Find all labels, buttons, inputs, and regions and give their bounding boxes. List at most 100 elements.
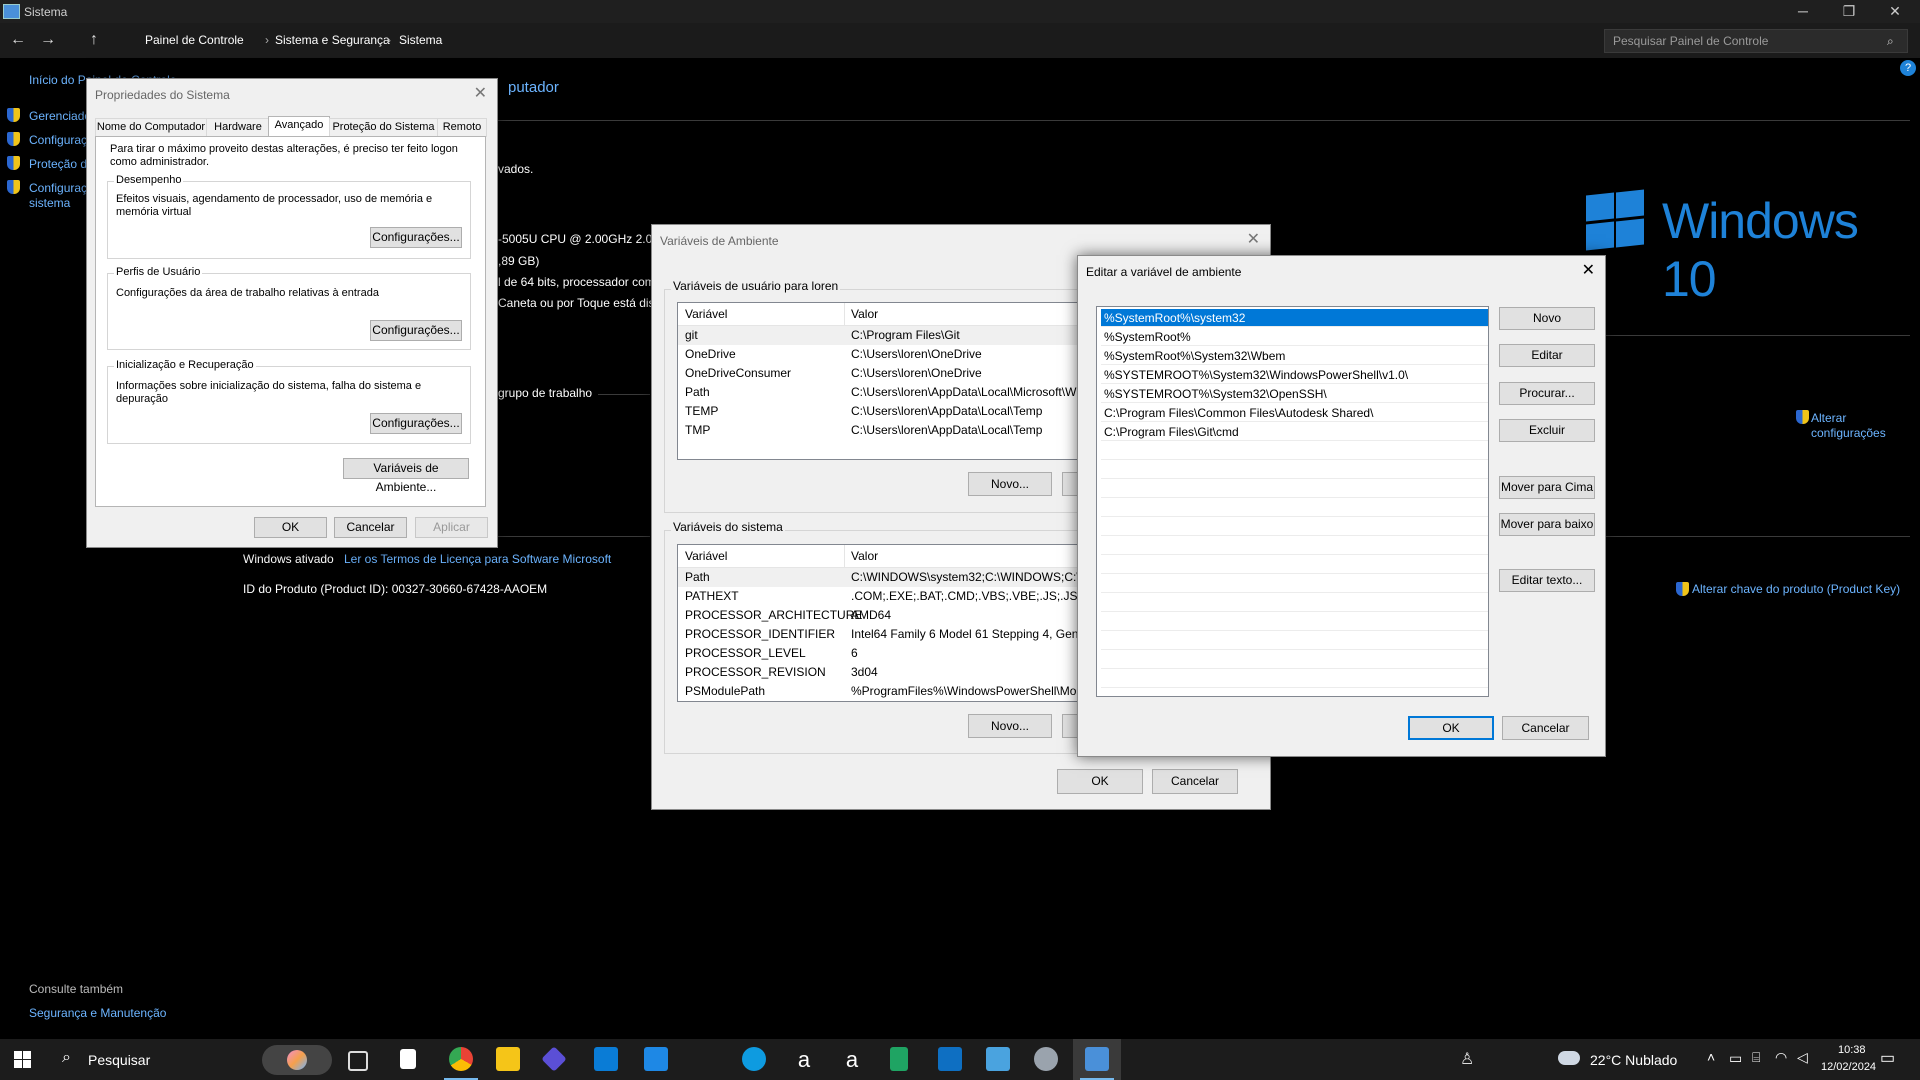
security-maintenance-link[interactable]: Segurança e Manutenção xyxy=(29,1006,166,1020)
envvars-cancel-button[interactable]: Cancelar xyxy=(1152,769,1238,794)
performance-settings-button[interactable]: Configurações... xyxy=(370,227,462,248)
system-vars-list[interactable]: Variável Valor Path C:\WINDOWS\system32;C… xyxy=(677,544,1079,702)
start-button-icon[interactable] xyxy=(14,1051,31,1068)
envvars-ok-button[interactable]: OK xyxy=(1057,769,1143,794)
empty-row[interactable] xyxy=(1101,442,1488,460)
empty-row[interactable] xyxy=(1101,613,1488,631)
empty-row[interactable] xyxy=(1101,651,1488,669)
weather-text[interactable]: 22°C Nublado xyxy=(1590,1052,1677,1068)
environment-variables-button[interactable]: Variáveis de Ambiente... xyxy=(343,458,469,494)
list-item[interactable]: PSModulePath %ProgramFiles%\WindowsPowerS… xyxy=(678,682,1078,701)
change-product-key-link[interactable]: Alterar chave do produto (Product Key) xyxy=(1692,582,1900,596)
empty-row[interactable] xyxy=(1101,670,1488,688)
col-value[interactable]: Valor xyxy=(844,303,878,325)
list-item[interactable]: C:\Program Files\Common Files\Autodesk S… xyxy=(1101,404,1488,422)
forward-icon[interactable]: → xyxy=(38,31,58,49)
empty-row[interactable] xyxy=(1101,537,1488,555)
list-item[interactable]: %SYSTEMROOT%\System32\WindowsPowerShell\… xyxy=(1101,366,1488,384)
empty-row[interactable] xyxy=(1101,632,1488,650)
empty-row[interactable] xyxy=(1101,480,1488,498)
system-edit-button[interactable] xyxy=(1062,714,1078,738)
vscode-icon[interactable] xyxy=(938,1047,962,1071)
col-variable[interactable]: Variável xyxy=(685,303,727,325)
clock-time[interactable]: 10:38 xyxy=(1838,1044,1866,1056)
visual-studio-icon[interactable] xyxy=(541,1046,567,1072)
move-up-button[interactable]: Mover para Cima xyxy=(1499,476,1595,499)
tab-advanced[interactable]: Avançado xyxy=(268,116,330,138)
list-item[interactable]: TMP C:\Users\loren\AppData\Local\Temp xyxy=(678,421,1078,440)
list-item[interactable]: git C:\Program Files\Git xyxy=(678,326,1078,345)
minimize-button[interactable]: ─ xyxy=(1780,0,1826,23)
change-settings-link[interactable]: Alterar xyxy=(1811,411,1846,425)
col-variable[interactable]: Variável xyxy=(685,545,727,567)
list-item[interactable]: %SystemRoot%\System32\Wbem xyxy=(1101,347,1488,365)
tab-system-protection[interactable]: Proteção do Sistema xyxy=(329,118,438,137)
people-icon[interactable]: ♙ xyxy=(1460,1049,1474,1069)
search-input[interactable]: Pesquisar Painel de Controle ⌕ xyxy=(1604,29,1908,53)
close-icon[interactable]: ✕ xyxy=(1247,229,1260,249)
restore-button[interactable]: ❐ xyxy=(1826,0,1872,23)
empty-row[interactable] xyxy=(1101,556,1488,574)
list-item[interactable]: PROCESSOR_LEVEL 6 xyxy=(678,644,1078,663)
empty-row[interactable] xyxy=(1101,594,1488,612)
edit-entry-button[interactable]: Editar xyxy=(1499,344,1595,367)
chevron-up-icon[interactable]: ˄ xyxy=(1707,1049,1715,1065)
notepad-icon[interactable] xyxy=(400,1049,416,1069)
store-icon[interactable] xyxy=(594,1047,618,1071)
list-item[interactable]: %SystemRoot%\system32 xyxy=(1101,309,1488,327)
clock-date[interactable]: 12/02/2024 xyxy=(1821,1061,1876,1073)
list-item[interactable]: Path C:\WINDOWS\system32;C:\WINDOWS;C:\W xyxy=(678,568,1078,587)
tab-hardware[interactable]: Hardware xyxy=(206,118,270,137)
back-icon[interactable]: ← xyxy=(8,31,28,49)
empty-row[interactable] xyxy=(1101,461,1488,479)
control-panel-icon[interactable] xyxy=(986,1047,1010,1071)
notifications-icon[interactable]: ▭ xyxy=(1880,1048,1895,1068)
sysprops-apply-button[interactable]: Aplicar xyxy=(415,517,488,538)
copilot-icon[interactable] xyxy=(262,1045,332,1075)
volume-icon[interactable]: ◁ xyxy=(1797,1049,1808,1066)
task-view-icon[interactable] xyxy=(348,1051,368,1071)
empty-row[interactable] xyxy=(1101,518,1488,536)
file-explorer-icon[interactable] xyxy=(496,1047,520,1071)
help-icon[interactable]: ? xyxy=(1900,60,1916,76)
user-vars-list[interactable]: Variável Valor git C:\Program Files\Git O… xyxy=(677,302,1079,460)
change-settings-link-cont[interactable]: configurações xyxy=(1811,426,1886,440)
close-icon[interactable]: ✕ xyxy=(474,83,487,103)
breadcrumb[interactable]: Painel de Controle › Sistema e Segurança… xyxy=(105,29,1595,51)
license-terms-link[interactable]: Ler os Termos de Licença para Software M… xyxy=(344,552,611,566)
move-down-button[interactable]: Mover para baixo xyxy=(1499,513,1595,536)
amazon-icon[interactable]: a xyxy=(792,1047,816,1072)
list-item[interactable]: OneDriveConsumer C:\Users\loren\OneDrive xyxy=(678,364,1078,383)
edge-icon[interactable] xyxy=(742,1047,766,1071)
up-icon[interactable]: ↑ xyxy=(84,31,104,49)
amazon-icon-2[interactable]: a xyxy=(840,1047,864,1072)
tab-computer-name[interactable]: Nome do Computador xyxy=(95,118,207,137)
empty-row[interactable] xyxy=(1101,575,1488,593)
empty-row[interactable] xyxy=(1101,499,1488,517)
delete-entry-button[interactable]: Excluir xyxy=(1499,419,1595,442)
breadcrumb-item[interactable]: Sistema xyxy=(399,33,442,47)
list-item[interactable]: TEMP C:\Users\loren\AppData\Local\Temp xyxy=(678,402,1078,421)
system-new-button[interactable]: Novo... xyxy=(968,714,1052,738)
editvar-ok-button[interactable]: OK xyxy=(1408,716,1494,740)
startup-recovery-settings-button[interactable]: Configurações... xyxy=(370,413,462,434)
list-item[interactable]: %SYSTEMROOT%\System32\OpenSSH\ xyxy=(1101,385,1488,403)
list-item[interactable]: PROCESSOR_REVISION 3d04 xyxy=(678,663,1078,682)
system-window-icon[interactable] xyxy=(1085,1047,1109,1071)
list-item[interactable]: %SystemRoot% xyxy=(1101,328,1488,346)
user-edit-button[interactable] xyxy=(1062,472,1078,496)
user-profiles-settings-button[interactable]: Configurações... xyxy=(370,320,462,341)
close-button[interactable]: ✕ xyxy=(1872,0,1918,23)
path-entries-list[interactable]: %SystemRoot%\system32 %SystemRoot% %Syst… xyxy=(1096,306,1489,697)
system-settings-icon[interactable] xyxy=(1034,1047,1058,1071)
wifi-icon[interactable]: ◠ xyxy=(1775,1049,1787,1066)
new-entry-button[interactable]: Novo xyxy=(1499,307,1595,330)
list-item[interactable]: OneDrive C:\Users\loren\OneDrive xyxy=(678,345,1078,364)
close-icon[interactable]: ✕ xyxy=(1582,260,1595,280)
browse-button[interactable]: Procurar... xyxy=(1499,382,1595,405)
list-item[interactable]: Path C:\Users\loren\AppData\Local\Microso… xyxy=(678,383,1078,402)
chrome-icon[interactable] xyxy=(449,1047,473,1071)
list-item[interactable]: PROCESSOR_ARCHITECTURE AMD64 xyxy=(678,606,1078,625)
network-icon[interactable]: ⌸ xyxy=(1752,1049,1760,1066)
mail-icon[interactable] xyxy=(644,1047,668,1071)
